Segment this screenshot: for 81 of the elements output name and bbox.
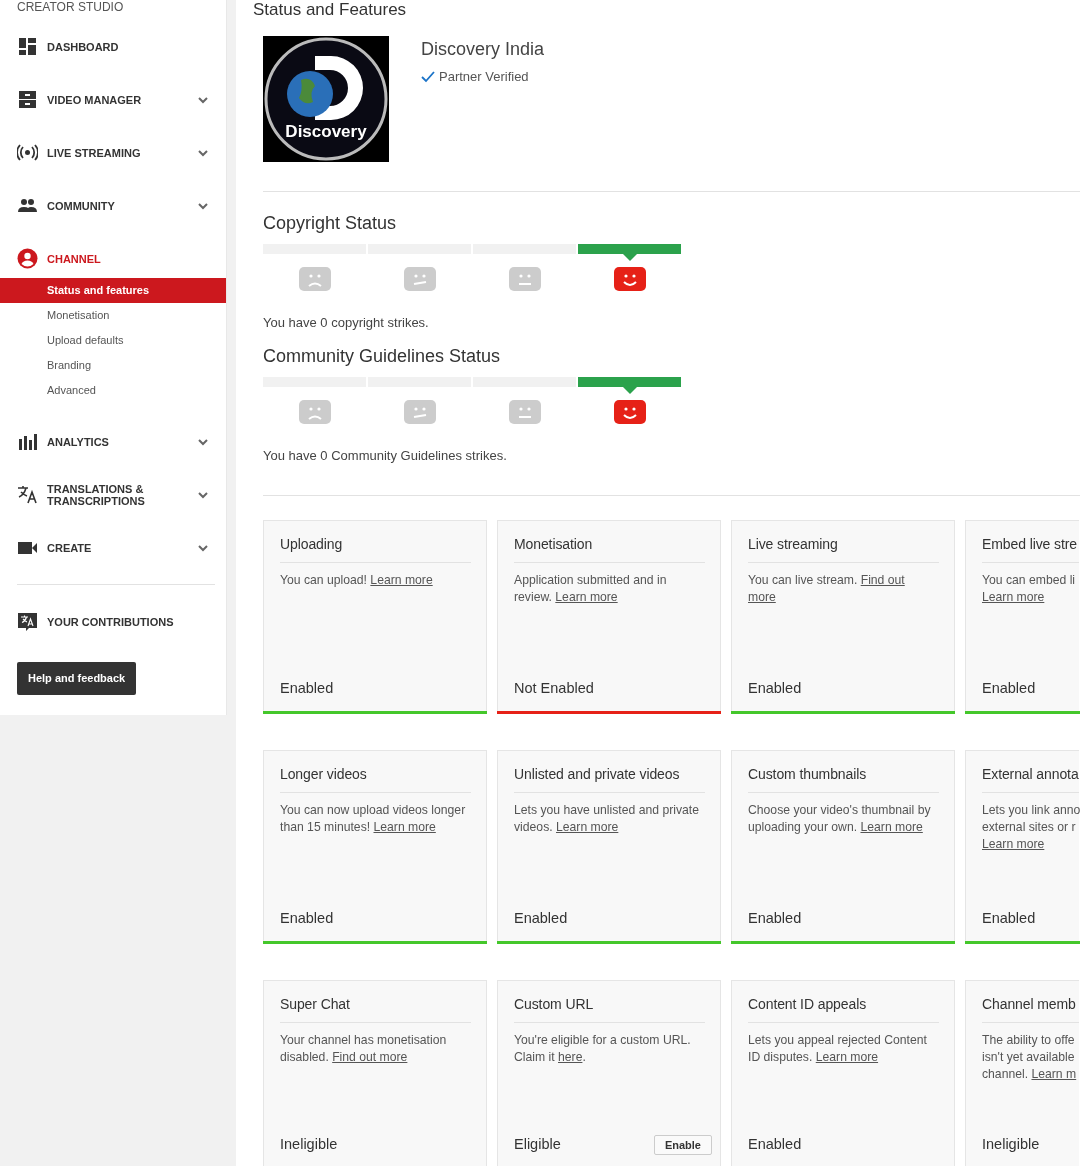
enable-button[interactable]: Enable	[653, 1134, 712, 1156]
nav-item[interactable]: TRANSLATIONS & TRANSCRIPTIONS	[0, 468, 226, 521]
strike-summary: You have 0 Community Guidelines strikes.	[263, 446, 508, 465]
feature-title: Uploading	[280, 534, 471, 563]
sub-nav-item[interactable]: Monetisation	[0, 303, 226, 328]
feature-title: External annota	[982, 764, 1079, 793]
video-manager-icon	[17, 89, 38, 110]
feature-status: Enabled	[748, 679, 802, 699]
learn-more-link[interactable]: Learn more	[982, 837, 1045, 851]
feature-title: Channel memb	[982, 994, 1079, 1023]
feature-description: Lets you appeal rejected Content ID disputes. Learn more	[748, 1032, 928, 1066]
nav-item[interactable]: DASHBOARD	[0, 20, 226, 73]
nav-item[interactable]: LIVE STREAMING	[0, 126, 226, 179]
learn-more-link[interactable]: more	[748, 590, 776, 604]
learn-more-link[interactable]: Learn m	[1031, 1067, 1077, 1081]
pointer-icon	[622, 254, 637, 261]
nav-item[interactable]: COMMUNITY	[0, 179, 226, 232]
nav-item[interactable]: VIDEO MANAGER	[0, 73, 226, 126]
learn-more-link[interactable]: Find out	[860, 573, 905, 587]
feature-description: You can embed li Learn more	[982, 572, 1077, 606]
nav-item[interactable]: YOUR CONTRIBUTIONS	[0, 595, 226, 648]
feature-description: You can live stream. Find out more	[748, 572, 906, 606]
translate-icon	[17, 484, 38, 505]
strike-summary: You have 0 copyright strikes.	[263, 314, 430, 332]
learn-more-link[interactable]: Learn more	[860, 820, 923, 834]
nav-item[interactable]: CREATE	[0, 521, 226, 574]
learn-more-link[interactable]: Learn more	[373, 820, 436, 834]
feature-status: Ineligible	[280, 1135, 338, 1155]
sub-nav-item[interactable]: Status and features	[0, 278, 226, 303]
channel-name: Discovery India	[421, 38, 545, 61]
sub-nav-item[interactable]: Advanced	[0, 378, 226, 403]
learn-more-link[interactable]: Learn more	[982, 590, 1045, 604]
feature-status: Eligible	[514, 1135, 561, 1155]
feature-status: Enabled	[514, 909, 568, 929]
learn-more-link[interactable]: Learn more	[815, 1050, 879, 1064]
feature-title: Unlisted and private videos	[514, 764, 705, 793]
section-title: Copyright Status	[263, 212, 398, 234]
section-title: Community Guidelines Status	[263, 344, 502, 367]
feature-status: Ineligible	[982, 1135, 1040, 1155]
channel-logo: Discovery	[263, 36, 389, 162]
feature-description: Your channel has monetisation disabled. Find out more	[280, 1032, 448, 1066]
dashboard-icon	[17, 36, 38, 57]
feature-description: Application submitted and in review. Learn more	[514, 572, 668, 606]
translate-icon	[17, 611, 38, 632]
sub-nav-item[interactable]: Upload defaults	[0, 328, 226, 353]
person-icon	[17, 248, 38, 269]
feature-title: Custom thumbnails	[748, 764, 939, 793]
learn-more-link[interactable]: Learn more	[370, 573, 433, 587]
feature-description: Lets you link anno external sites or r Learn more	[982, 802, 1079, 853]
feature-description: You can now upload videos longer than 15 minutes! Learn more	[280, 802, 467, 836]
feature-description: Lets you have unlisted and private videos. Learn more	[514, 802, 700, 836]
feature-title: Monetisation	[514, 534, 705, 563]
feature-description: You can upload! Learn more	[280, 572, 434, 589]
feature-status: Enabled	[748, 909, 802, 929]
feature-title: Custom URL	[514, 994, 705, 1023]
feature-status: Enabled	[280, 909, 334, 929]
pointer-icon	[622, 386, 637, 394]
learn-more-link[interactable]: Find out more	[332, 1050, 408, 1064]
bar-chart-icon	[17, 431, 38, 452]
feature-title: Live streaming	[748, 534, 939, 563]
learn-more-link[interactable]: Learn more	[556, 820, 619, 834]
help-button[interactable]: Help and feedback	[17, 662, 137, 695]
page-title: Status and Features	[253, 0, 408, 20]
feature-description: Choose your video's thumbnail by uploading your own. Learn more	[748, 802, 932, 836]
nav-item[interactable]: ANALYTICS	[0, 415, 226, 468]
feature-status: Enabled	[748, 1135, 802, 1155]
sub-nav-item[interactable]: Branding	[0, 353, 226, 378]
feature-title: Longer videos	[280, 764, 471, 793]
feature-title: Content ID appeals	[748, 994, 939, 1023]
verified-label: Partner Verified	[439, 68, 529, 86]
feature-status: Enabled	[982, 909, 1036, 929]
feature-status: Not Enabled	[514, 679, 594, 699]
feature-title: Embed live stre	[982, 534, 1079, 563]
sidebar-heading: CREATOR STUDIO	[16, 0, 125, 16]
feature-status: Enabled	[280, 679, 334, 699]
learn-more-link[interactable]: Learn more	[555, 590, 618, 604]
feature-description: You're eligible for a custom URL. Claim it here.	[514, 1032, 692, 1066]
feature-title: Super Chat	[280, 994, 471, 1023]
broadcast-icon	[17, 142, 38, 163]
feature-description: The ability to offe isn't yet available channel. Learn m	[982, 1032, 1078, 1083]
feature-status: Enabled	[982, 679, 1036, 699]
